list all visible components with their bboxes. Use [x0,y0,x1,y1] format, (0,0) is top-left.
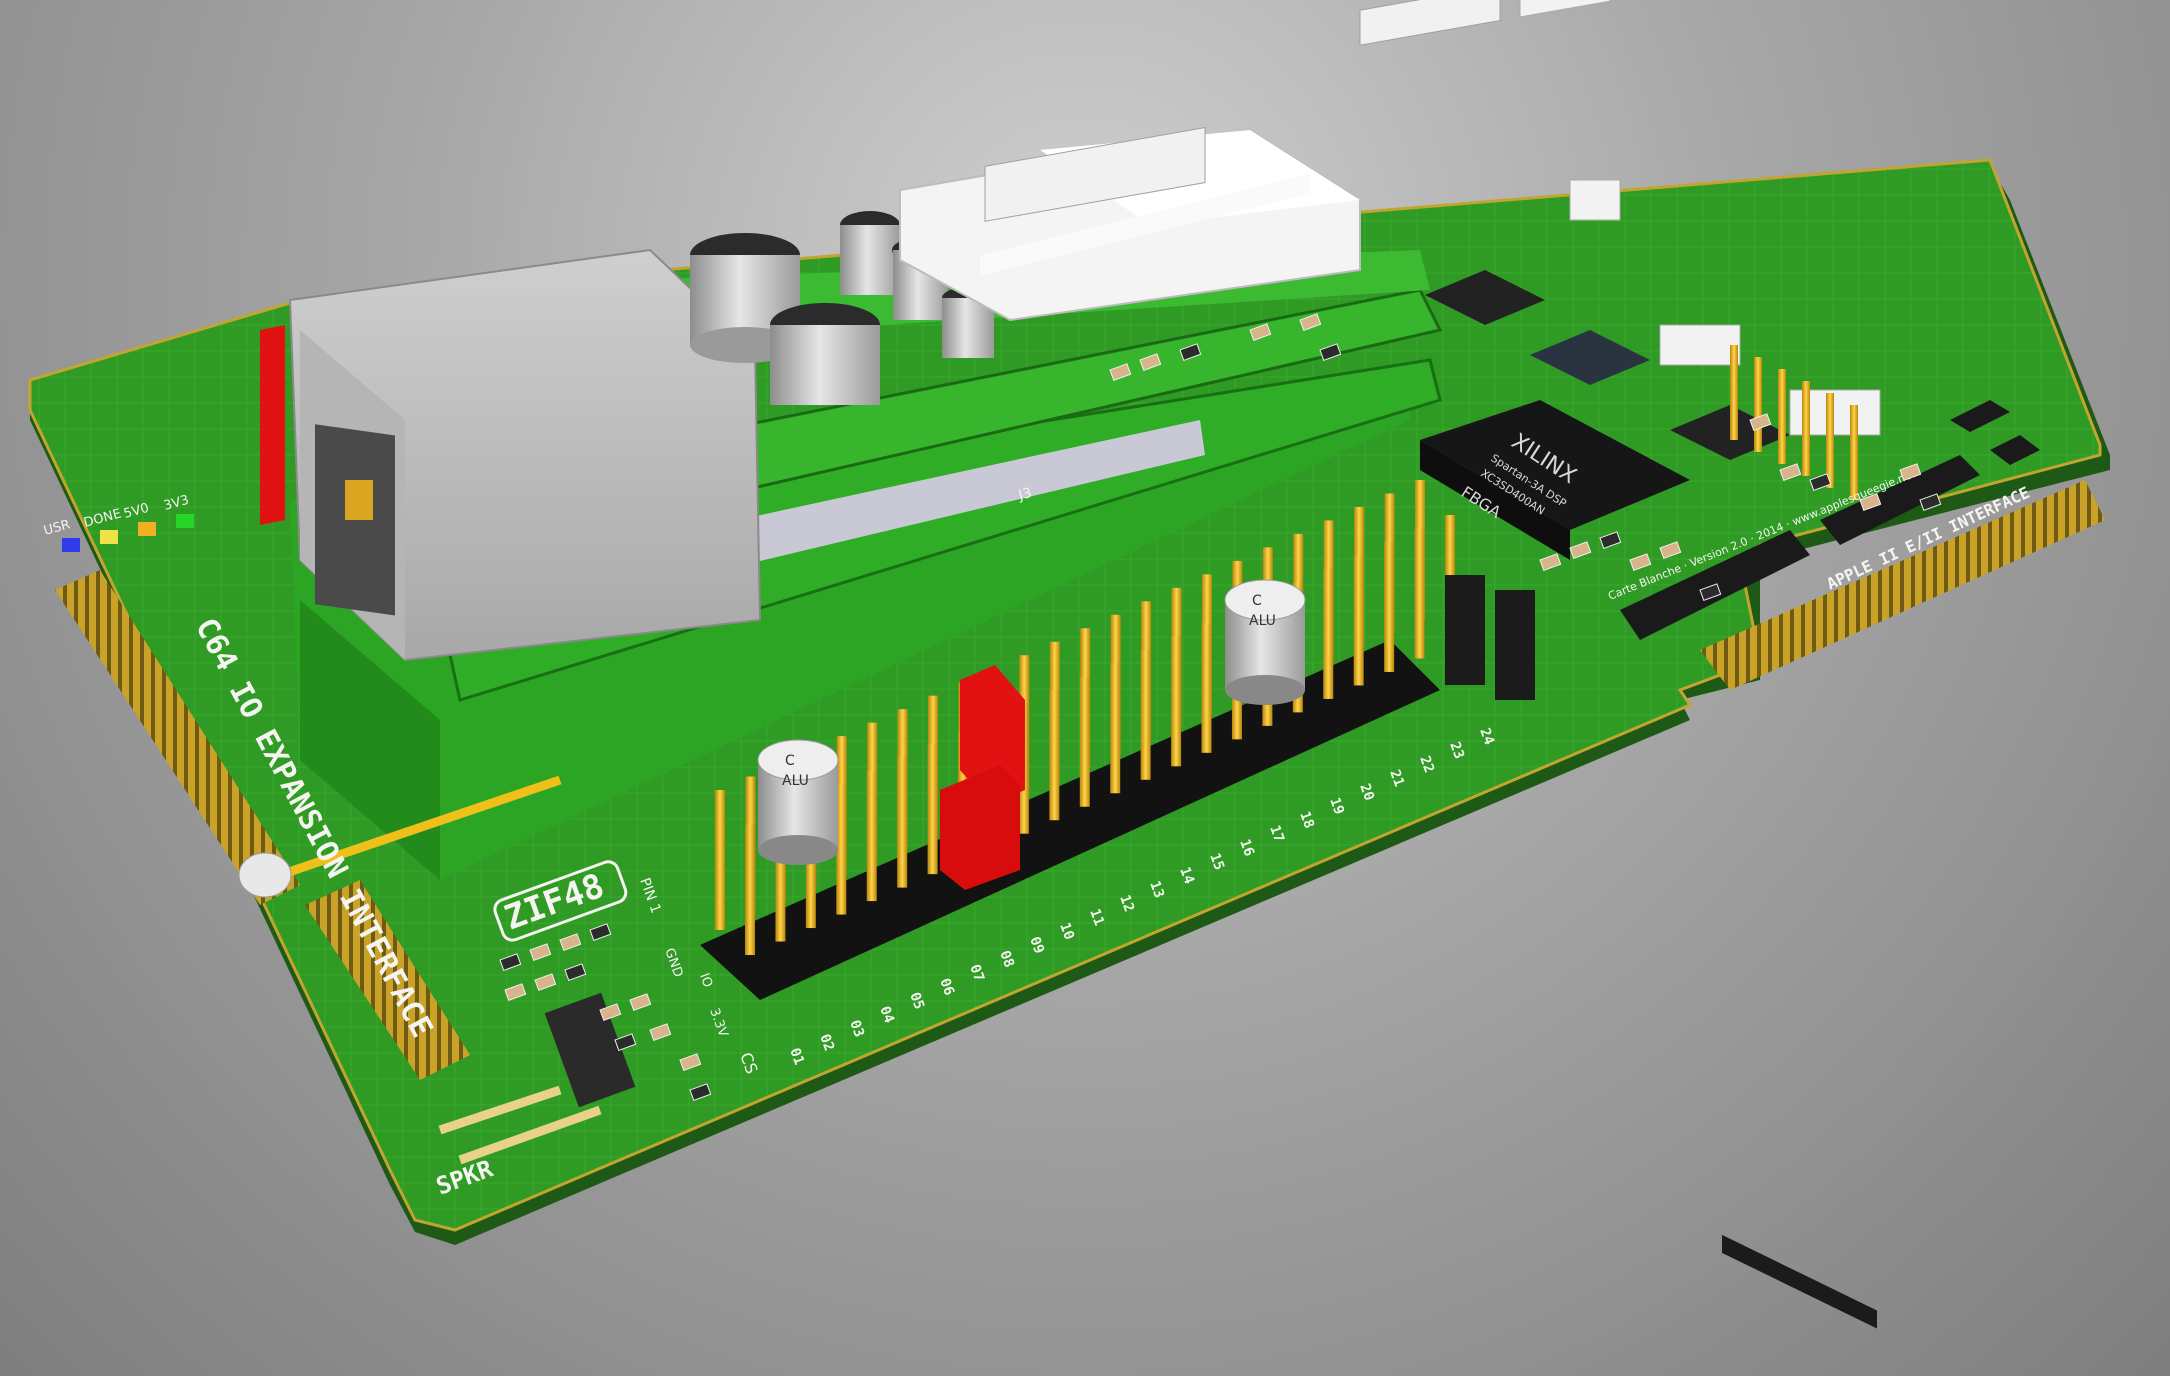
cap-left-line2: ALU [782,773,809,789]
gold-pin [715,790,725,930]
gold-pin-right [1778,369,1786,464]
gold-pin [1323,568,1334,699]
led-5v0 [138,522,156,536]
right-pin-header-base [1722,1234,1877,1329]
gold-pin [897,757,908,888]
ffc-connector-2 [1359,0,1501,46]
gold-pin-right [1754,357,1762,452]
gold-pin-right [1730,345,1738,440]
gold-pin [745,825,755,955]
gold-pin-right [1850,405,1858,500]
gold-pin [1414,528,1425,659]
connector-small-3 [1659,324,1741,366]
gold-pin [1079,676,1090,807]
gold-pin [1049,690,1060,821]
gold-pin [927,744,938,875]
cap-left-line1: C [785,753,795,769]
led-3v3 [176,514,194,528]
led-done [100,530,118,544]
alu-cap-left: C ALU [757,739,839,865]
cap-right-line1: C [1252,593,1262,609]
gold-pin [1140,649,1151,780]
gold-pin [1353,555,1364,686]
connector-small-1 [1569,179,1621,221]
ethernet-jack [288,248,762,662]
jumper-black-2 [1495,590,1535,700]
gold-pin-right [1802,381,1810,476]
gold-pin [1201,622,1212,753]
cap-right-line2: ALU [1249,613,1276,629]
gold-pin [1110,663,1121,794]
led-label-usr: USR [42,517,72,538]
gold-pin [1171,636,1182,767]
led-usr [62,538,80,552]
jumper-red-3 [260,325,285,525]
pcb-render-scene: XILINX Spartan-3A DSP XC3SD400AN FBGA C … [28,0,2110,1329]
gold-pin [1384,541,1395,672]
gold-pin [866,771,877,902]
rj45-contacts [345,480,373,520]
alu-cap-right: C ALU [1224,579,1306,705]
connector-small-2 [1519,0,1611,18]
jumper-black-1 [1445,575,1485,685]
